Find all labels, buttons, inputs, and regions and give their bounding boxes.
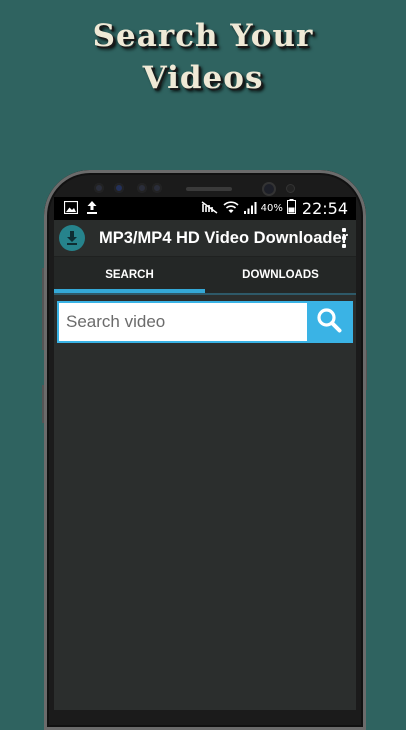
phone-sensor <box>114 183 124 193</box>
status-clock: 22:54 <box>301 199 348 218</box>
app-bar: MP3/MP4 HD Video Downloader <box>54 220 356 257</box>
promo-title-line2: Videos <box>142 60 264 96</box>
upload-icon <box>86 199 98 218</box>
signal-icon <box>243 199 257 218</box>
promo-title-line1: Search Your <box>92 18 314 54</box>
tab-downloads-label: DOWNLOADS <box>242 269 319 281</box>
battery-percent: 40% <box>260 203 283 214</box>
phone-sensor <box>137 183 147 193</box>
battery-icon <box>286 199 296 218</box>
front-camera <box>262 182 276 196</box>
search-icon <box>316 307 342 337</box>
phone-sensor <box>152 183 162 193</box>
tab-search-label: SEARCH <box>105 269 154 281</box>
tab-bar: SEARCH DOWNLOADS <box>54 257 356 293</box>
gallery-icon <box>63 199 79 218</box>
search-input[interactable] <box>59 303 307 341</box>
phone-speaker <box>186 187 232 191</box>
search-bar <box>57 301 353 343</box>
overflow-menu-icon[interactable] <box>342 228 346 248</box>
tab-search[interactable]: SEARCH <box>54 257 205 293</box>
mute-icon <box>201 199 219 218</box>
tab-downloads[interactable]: DOWNLOADS <box>205 257 356 293</box>
app-screen: 40% 22:54 MP3/MP4 HD Video Downloader SE… <box>54 197 356 710</box>
tab-divider <box>54 293 356 295</box>
status-bar: 40% 22:54 <box>54 197 356 220</box>
phone-sensor <box>94 183 104 193</box>
download-icon <box>59 225 85 251</box>
phone-sensor <box>286 184 295 193</box>
search-button[interactable] <box>307 303 351 341</box>
wifi-icon <box>223 199 239 218</box>
app-title: MP3/MP4 HD Video Downloader <box>99 228 349 247</box>
